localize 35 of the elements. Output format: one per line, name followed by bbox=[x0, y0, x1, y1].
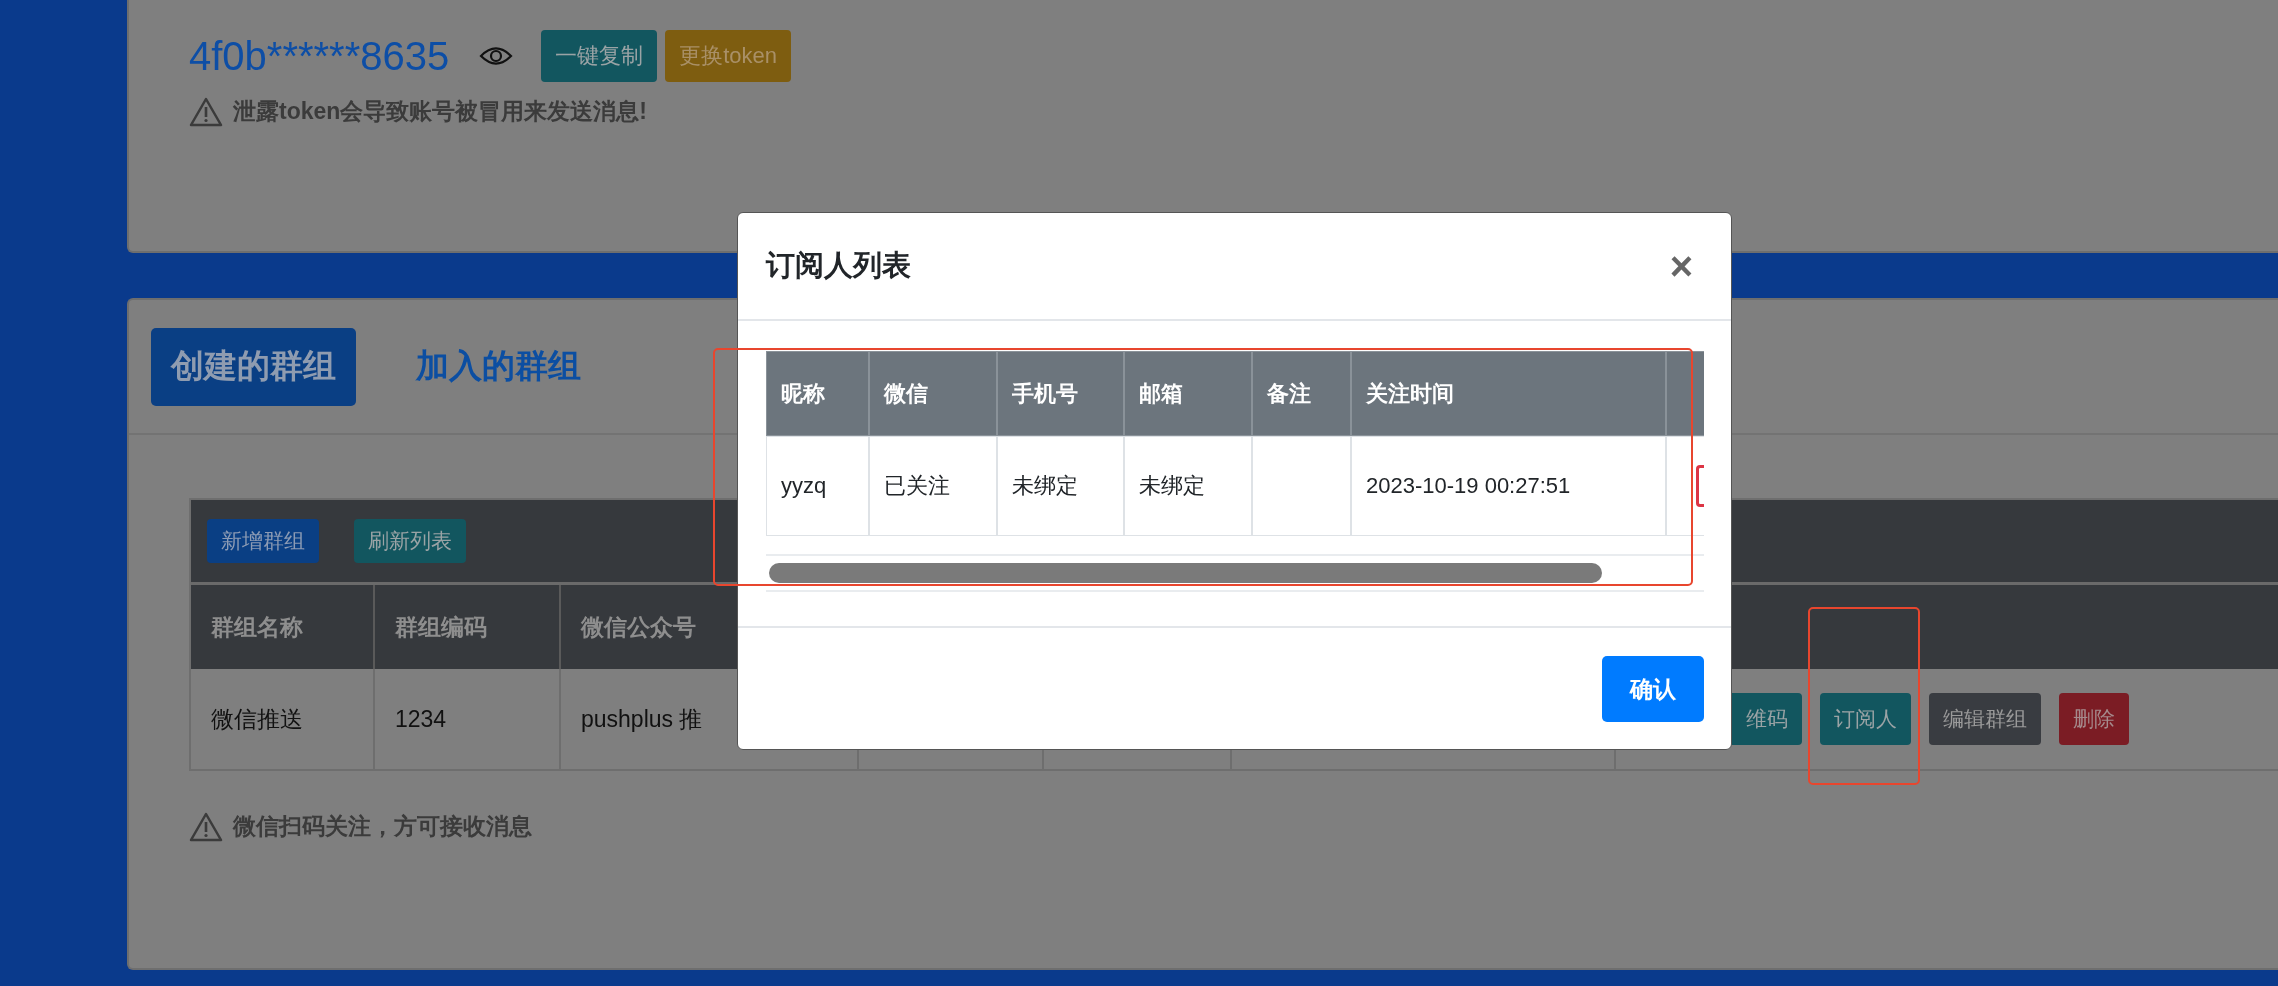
table-cell: 未绑定 bbox=[1124, 436, 1252, 536]
column-header: 微信 bbox=[869, 351, 997, 436]
copy-button[interactable]: 一键复制 bbox=[541, 30, 658, 82]
column-header: 昵称 bbox=[766, 351, 869, 436]
eye-icon[interactable] bbox=[479, 45, 514, 67]
note-text: 微信扫码关注，方可接收消息 bbox=[233, 812, 532, 841]
table-cell: 微信推送 bbox=[191, 669, 375, 769]
column-header: 关注时间 bbox=[1351, 351, 1666, 436]
table-cell: 2023-10-19 00:27:51 bbox=[1351, 436, 1666, 536]
scrollbar[interactable] bbox=[769, 563, 1602, 583]
delete-button[interactable] bbox=[1696, 465, 1704, 507]
column-header: 邮箱 bbox=[1124, 351, 1252, 436]
table-cell: 未绑定 bbox=[997, 436, 1124, 536]
column-header: 备注 bbox=[1252, 351, 1351, 436]
table-cell: 1234 bbox=[375, 669, 561, 769]
group-tab[interactable]: 创建的群组 bbox=[151, 327, 356, 406]
column-header: 群组编码 bbox=[375, 585, 561, 669]
warning-text: 泄露token会导致账号被冒用来发送消息! bbox=[233, 97, 647, 126]
group-tab[interactable]: 加入的群组 bbox=[396, 327, 601, 406]
column-header: 手机号 bbox=[997, 351, 1124, 436]
confirm-button[interactable]: 确认 bbox=[1602, 656, 1704, 722]
warning-icon bbox=[189, 811, 223, 842]
token-text: 4f0b******8635 bbox=[189, 33, 450, 79]
warning-icon bbox=[189, 96, 223, 127]
toolbar-button[interactable]: 新增群组 bbox=[207, 519, 319, 563]
toolbar-button[interactable]: 刷新列表 bbox=[354, 519, 466, 563]
table-cell: yyzq bbox=[766, 436, 869, 536]
action-button[interactable]: 编辑群组 bbox=[1929, 693, 2041, 745]
action-button[interactable]: 删除 bbox=[2059, 693, 2129, 745]
column-header: 群组名称 bbox=[191, 585, 375, 669]
action-button[interactable]: 订阅人 bbox=[1820, 693, 1911, 745]
change-token-button[interactable]: 更换token bbox=[665, 30, 792, 82]
close-button[interactable]: × bbox=[1669, 246, 1693, 286]
table-cell: 已关注 bbox=[869, 436, 997, 536]
modal-title: 订阅人列表 bbox=[766, 248, 911, 283]
